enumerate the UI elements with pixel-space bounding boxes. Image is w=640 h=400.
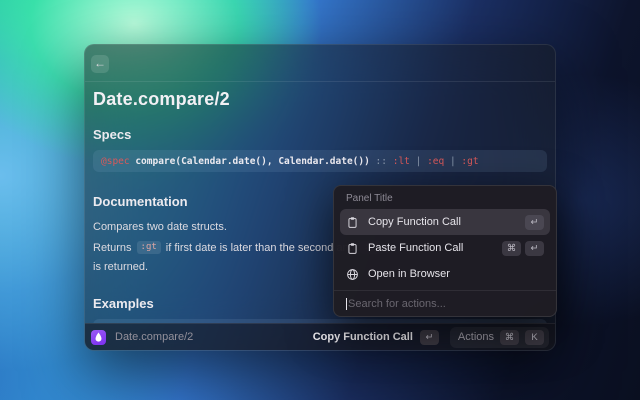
action-panel-popup: Panel Title Copy Function Call ↵ Paste: [333, 185, 557, 317]
elixir-app-icon: [91, 330, 106, 345]
action-item-keys: ⌘ ↵: [502, 241, 544, 256]
actions-label: Actions: [455, 331, 494, 343]
action-item-label: Open in Browser: [368, 268, 544, 280]
inline-code-gt: :gt: [137, 241, 161, 254]
spec-token: :gt: [461, 156, 478, 167]
doc-text: if first date is later than the second a…: [166, 242, 355, 254]
spec-token: ::: [370, 156, 393, 167]
doc-text: Returns: [93, 242, 132, 254]
clipboard-icon: [346, 216, 359, 229]
window-header: ←: [85, 45, 555, 82]
spec-token: compare(Calendar.date(), Calendar.date()…: [135, 156, 370, 167]
action-item-label: Copy Function Call: [368, 216, 525, 228]
cmd-key-badge: ⌘: [502, 241, 521, 256]
spec-code-block: @spec compare(Calendar.date(), Calendar.…: [93, 150, 547, 172]
action-panel-list: Copy Function Call ↵ Paste Function Call…: [340, 209, 550, 287]
return-key-badge: ↵: [420, 330, 439, 345]
k-key-badge: K: [525, 330, 544, 345]
page-title: Date.compare/2: [93, 89, 547, 110]
status-app-label: Date.compare/2: [115, 331, 193, 343]
action-panel-title: Panel Title: [346, 193, 393, 204]
action-search-input[interactable]: Search for actions...: [346, 291, 546, 317]
action-item-keys: ↵: [525, 215, 544, 230]
action-item-open-in-browser[interactable]: Open in Browser: [340, 261, 550, 287]
return-key-badge: ↵: [525, 215, 544, 230]
primary-action-button[interactable]: Copy Function Call: [313, 331, 413, 343]
spec-token: :lt: [393, 156, 410, 167]
action-item-label: Paste Function Call: [368, 242, 502, 254]
spec-token: |: [410, 156, 427, 167]
status-bar: Date.compare/2 Copy Function Call ↵ Acti…: [85, 323, 555, 350]
search-placeholder: Search for actions...: [348, 298, 446, 310]
specs-heading: Specs: [93, 127, 547, 142]
action-item-paste-function-call[interactable]: Paste Function Call ⌘ ↵: [340, 235, 550, 261]
spec-token: :eq: [427, 156, 444, 167]
clipboard-icon: [346, 242, 359, 255]
actions-button[interactable]: Actions ⌘ K: [450, 327, 549, 348]
spec-token: |: [444, 156, 461, 167]
drop-icon: [94, 332, 103, 343]
back-button[interactable]: ←: [91, 55, 109, 73]
back-arrow-icon: ←: [94, 56, 106, 70]
text-caret: [346, 298, 347, 310]
cmd-key-badge: ⌘: [500, 330, 519, 345]
action-item-copy-function-call[interactable]: Copy Function Call ↵: [340, 209, 550, 235]
globe-icon: [346, 268, 359, 281]
return-key-badge: ↵: [525, 241, 544, 256]
spec-token: @spec: [101, 156, 135, 167]
